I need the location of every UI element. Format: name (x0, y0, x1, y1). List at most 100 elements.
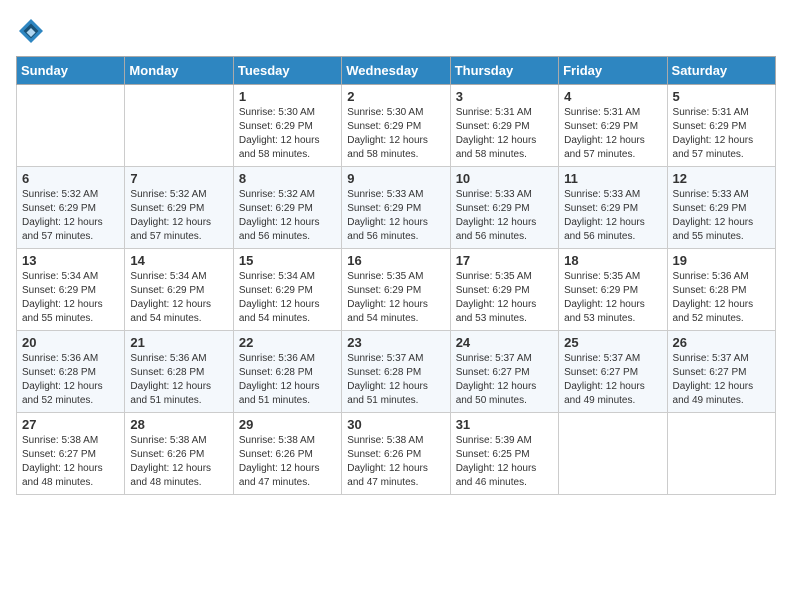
day-info: Sunrise: 5:36 AM Sunset: 6:28 PM Dayligh… (22, 352, 119, 408)
day-info: Sunrise: 5:30 AM Sunset: 6:29 PM Dayligh… (347, 106, 444, 162)
day-number: 4 (564, 89, 661, 104)
day-info: Sunrise: 5:33 AM Sunset: 6:29 PM Dayligh… (673, 188, 770, 244)
calendar-cell: 28Sunrise: 5:38 AM Sunset: 6:26 PM Dayli… (125, 413, 233, 495)
calendar-cell: 7 Sunrise: 5:32 AM Sunset: 6:29 PM Daylig… (125, 167, 233, 249)
day-number: 19 (673, 253, 770, 268)
calendar-cell: 18 Sunrise: 5:35 AM Sunset: 6:29 PM Dayli… (559, 249, 667, 331)
calendar-week-row: 27 Sunrise: 5:38 AM Sunset: 6:27 PM Dayli… (17, 413, 776, 495)
day-number: 28 (130, 417, 227, 432)
day-number: 14 (130, 253, 227, 268)
day-info: Sunrise: 5:36 AM Sunset: 6:28 PM Dayligh… (130, 352, 227, 408)
day-number: 22 (239, 335, 336, 350)
day-info: Sunrise: 5:35 AM Sunset: 6:29 PM Dayligh… (347, 270, 444, 326)
day-number: 21 (130, 335, 227, 350)
calendar-cell: 9 Sunrise: 5:33 AM Sunset: 6:29 PM Daylig… (342, 167, 450, 249)
calendar-day-header: Sunday (17, 57, 125, 85)
day-number: 31 (456, 417, 553, 432)
day-info: Sunrise: 5:31 AM Sunset: 6:29 PM Dayligh… (564, 106, 661, 162)
calendar-cell: 15 Sunrise: 5:34 AM Sunset: 6:29 PM Dayli… (233, 249, 341, 331)
day-number: 2 (347, 89, 444, 104)
day-number: 29 (239, 417, 336, 432)
calendar-cell: 14 Sunrise: 5:34 AM Sunset: 6:29 PM Dayli… (125, 249, 233, 331)
day-number: 20 (22, 335, 119, 350)
calendar-day-header: Tuesday (233, 57, 341, 85)
calendar-cell: 3Sunrise: 5:31 AM Sunset: 6:29 PM Daylig… (450, 85, 558, 167)
day-info: Sunrise: 5:31 AM Sunset: 6:29 PM Dayligh… (456, 106, 553, 162)
day-info: Sunrise: 5:39 AM Sunset: 6:25 PM Dayligh… (456, 434, 553, 490)
day-number: 12 (673, 171, 770, 186)
calendar-cell (559, 413, 667, 495)
day-info: Sunrise: 5:37 AM Sunset: 6:27 PM Dayligh… (456, 352, 553, 408)
day-info: Sunrise: 5:35 AM Sunset: 6:29 PM Dayligh… (564, 270, 661, 326)
day-number: 5 (673, 89, 770, 104)
day-info: Sunrise: 5:37 AM Sunset: 6:28 PM Dayligh… (347, 352, 444, 408)
day-info: Sunrise: 5:36 AM Sunset: 6:28 PM Dayligh… (673, 270, 770, 326)
day-info: Sunrise: 5:34 AM Sunset: 6:29 PM Dayligh… (239, 270, 336, 326)
day-number: 6 (22, 171, 119, 186)
day-info: Sunrise: 5:36 AM Sunset: 6:28 PM Dayligh… (239, 352, 336, 408)
day-number: 15 (239, 253, 336, 268)
calendar-week-row: 6 Sunrise: 5:32 AM Sunset: 6:29 PM Daylig… (17, 167, 776, 249)
calendar-cell: 2 Sunrise: 5:30 AM Sunset: 6:29 PM Daylig… (342, 85, 450, 167)
day-number: 9 (347, 171, 444, 186)
calendar-cell: 29 Sunrise: 5:38 AM Sunset: 6:26 PM Dayli… (233, 413, 341, 495)
day-info: Sunrise: 5:32 AM Sunset: 6:29 PM Dayligh… (130, 188, 227, 244)
calendar-cell: 31 Sunrise: 5:39 AM Sunset: 6:25 PM Dayli… (450, 413, 558, 495)
calendar-cell: 19 Sunrise: 5:36 AM Sunset: 6:28 PM Dayli… (667, 249, 775, 331)
day-info: Sunrise: 5:38 AM Sunset: 6:27 PM Dayligh… (22, 434, 119, 490)
day-number: 17 (456, 253, 553, 268)
day-number: 23 (347, 335, 444, 350)
calendar-cell: 27 Sunrise: 5:38 AM Sunset: 6:27 PM Dayli… (17, 413, 125, 495)
page-header (16, 16, 776, 46)
day-info: Sunrise: 5:33 AM Sunset: 6:29 PM Dayligh… (456, 188, 553, 244)
calendar-cell: 23 Sunrise: 5:37 AM Sunset: 6:28 PM Dayli… (342, 331, 450, 413)
calendar-cell: 10 Sunrise: 5:33 AM Sunset: 6:29 PM Dayli… (450, 167, 558, 249)
day-info: Sunrise: 5:35 AM Sunset: 6:29 PM Dayligh… (456, 270, 553, 326)
calendar-cell (667, 413, 775, 495)
calendar-header-row: SundayMondayTuesdayWednesdayThursdayFrid… (17, 57, 776, 85)
day-number: 18 (564, 253, 661, 268)
calendar-cell: 26 Sunrise: 5:37 AM Sunset: 6:27 PM Dayli… (667, 331, 775, 413)
calendar-cell: 8 Sunrise: 5:32 AM Sunset: 6:29 PM Daylig… (233, 167, 341, 249)
calendar-cell: 16 Sunrise: 5:35 AM Sunset: 6:29 PM Dayli… (342, 249, 450, 331)
logo (16, 16, 50, 46)
day-number: 10 (456, 171, 553, 186)
day-number: 27 (22, 417, 119, 432)
calendar-cell: 21 Sunrise: 5:36 AM Sunset: 6:28 PM Dayli… (125, 331, 233, 413)
day-number: 25 (564, 335, 661, 350)
calendar-week-row: 1 Sunrise: 5:30 AM Sunset: 6:29 PM Daylig… (17, 85, 776, 167)
calendar-day-header: Thursday (450, 57, 558, 85)
day-number: 26 (673, 335, 770, 350)
calendar-cell: 1 Sunrise: 5:30 AM Sunset: 6:29 PM Daylig… (233, 85, 341, 167)
calendar-cell: 20 Sunrise: 5:36 AM Sunset: 6:28 PM Dayli… (17, 331, 125, 413)
day-number: 7 (130, 171, 227, 186)
day-info: Sunrise: 5:34 AM Sunset: 6:29 PM Dayligh… (130, 270, 227, 326)
day-info: Sunrise: 5:32 AM Sunset: 6:29 PM Dayligh… (239, 188, 336, 244)
day-number: 24 (456, 335, 553, 350)
calendar-day-header: Friday (559, 57, 667, 85)
day-info: Sunrise: 5:38 AM Sunset: 6:26 PM Dayligh… (239, 434, 336, 490)
calendar-cell: 6Sunrise: 5:32 AM Sunset: 6:29 PM Daylig… (17, 167, 125, 249)
day-number: 1 (239, 89, 336, 104)
calendar-week-row: 20 Sunrise: 5:36 AM Sunset: 6:28 PM Dayli… (17, 331, 776, 413)
day-info: Sunrise: 5:31 AM Sunset: 6:29 PM Dayligh… (673, 106, 770, 162)
day-number: 11 (564, 171, 661, 186)
calendar-cell: 4 Sunrise: 5:31 AM Sunset: 6:29 PM Daylig… (559, 85, 667, 167)
calendar-cell: 30Sunrise: 5:38 AM Sunset: 6:26 PM Dayli… (342, 413, 450, 495)
calendar-cell: 17 Sunrise: 5:35 AM Sunset: 6:29 PM Dayli… (450, 249, 558, 331)
day-info: Sunrise: 5:33 AM Sunset: 6:29 PM Dayligh… (564, 188, 661, 244)
day-info: Sunrise: 5:30 AM Sunset: 6:29 PM Dayligh… (239, 106, 336, 162)
calendar-cell: 24 Sunrise: 5:37 AM Sunset: 6:27 PM Dayli… (450, 331, 558, 413)
calendar-cell (125, 85, 233, 167)
calendar-cell: 12 Sunrise: 5:33 AM Sunset: 6:29 PM Dayli… (667, 167, 775, 249)
day-info: Sunrise: 5:33 AM Sunset: 6:29 PM Dayligh… (347, 188, 444, 244)
logo-icon (16, 16, 46, 46)
day-number: 16 (347, 253, 444, 268)
calendar-day-header: Wednesday (342, 57, 450, 85)
day-number: 8 (239, 171, 336, 186)
calendar-cell (17, 85, 125, 167)
day-info: Sunrise: 5:37 AM Sunset: 6:27 PM Dayligh… (673, 352, 770, 408)
day-info: Sunrise: 5:38 AM Sunset: 6:26 PM Dayligh… (347, 434, 444, 490)
day-info: Sunrise: 5:34 AM Sunset: 6:29 PM Dayligh… (22, 270, 119, 326)
calendar-table: SundayMondayTuesdayWednesdayThursdayFrid… (16, 56, 776, 495)
